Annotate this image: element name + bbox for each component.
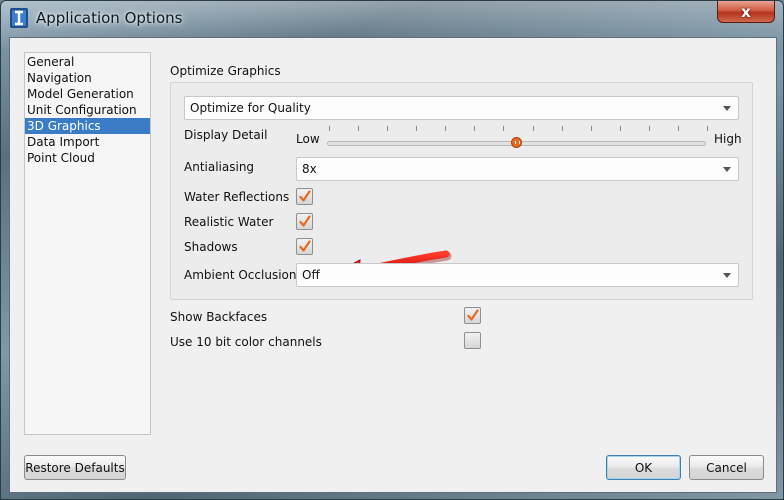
window-title: Application Options (36, 9, 183, 27)
close-icon: x (741, 2, 751, 21)
slider-handle[interactable] (511, 137, 522, 148)
nav-item-point-cloud[interactable]: Point Cloud (25, 150, 150, 166)
optimize-mode-select[interactable]: Optimize for Quality (184, 96, 739, 120)
slider-tick (387, 126, 388, 131)
display-detail-label: Display Detail (184, 128, 268, 142)
slider-tick (416, 126, 417, 131)
slider-tick (445, 126, 446, 131)
optimize-mode-value: Optimize for Quality (190, 101, 311, 115)
chevron-down-icon (723, 106, 731, 111)
realistic-water-checkbox[interactable] (296, 213, 313, 230)
ambient-occlusion-label: Ambient Occlusion (184, 268, 297, 282)
slider-tick (474, 126, 475, 131)
checkmark-icon (467, 309, 479, 321)
nav-item-model-generation[interactable]: Model Generation (25, 86, 150, 102)
options-category-list[interactable]: General Navigation Model Generation Unit Co… (24, 52, 151, 435)
slider-tick (562, 126, 563, 131)
close-button[interactable]: x (717, 1, 775, 23)
restore-defaults-button[interactable]: Restore Defaults (24, 455, 126, 480)
nav-item-unit-configuration[interactable]: Unit Configuration (25, 102, 150, 118)
ten-bit-color-label: Use 10 bit color channels (170, 335, 322, 349)
ambient-occlusion-select[interactable]: Off (296, 263, 739, 287)
checkmark-icon (299, 190, 311, 202)
ten-bit-color-checkbox[interactable] (464, 332, 481, 349)
slider-tick (503, 126, 504, 131)
show-backfaces-label: Show Backfaces (170, 310, 268, 324)
slider-low-label: Low (296, 132, 320, 146)
antialiasing-value: 8x (302, 162, 317, 176)
slider-tick (533, 126, 534, 131)
slider-tick (620, 126, 621, 131)
antialiasing-select[interactable]: 8x (296, 157, 739, 181)
optimize-graphics-label: Optimize Graphics (170, 64, 281, 78)
application-options-window: Application Options x General Navigation M… (0, 0, 784, 500)
slider-tick (358, 126, 359, 131)
nav-item-navigation[interactable]: Navigation (25, 70, 150, 86)
water-reflections-label: Water Reflections (184, 190, 290, 204)
show-backfaces-checkbox[interactable] (464, 307, 481, 324)
slider-high-label: High (714, 132, 742, 146)
app-logo-icon (10, 8, 28, 28)
slider-tick (678, 126, 679, 131)
ambient-occlusion-value: Off (302, 268, 320, 282)
nav-item-3d-graphics[interactable]: 3D Graphics (25, 118, 150, 134)
title-bar[interactable]: Application Options x (1, 1, 783, 37)
shadows-checkbox[interactable] (296, 238, 313, 255)
checkmark-icon (299, 240, 311, 252)
slider-tick (329, 126, 330, 131)
chevron-down-icon (723, 167, 731, 172)
checkmark-icon (299, 215, 311, 227)
slider-tick (591, 126, 592, 131)
nav-item-data-import[interactable]: Data Import (25, 134, 150, 150)
ok-button[interactable]: OK (606, 455, 681, 480)
water-reflections-checkbox[interactable] (296, 188, 313, 205)
dialog-client-area: General Navigation Model Generation Unit Co… (9, 37, 777, 493)
slider-ticks (329, 126, 708, 134)
realistic-water-label: Realistic Water (184, 215, 274, 229)
antialiasing-label: Antialiasing (184, 160, 255, 174)
slider-tick (649, 126, 650, 131)
slider-tick (707, 126, 708, 131)
nav-item-general[interactable]: General (25, 54, 150, 70)
shadows-label: Shadows (184, 240, 238, 254)
cancel-button[interactable]: Cancel (689, 455, 764, 480)
chevron-down-icon (723, 273, 731, 278)
